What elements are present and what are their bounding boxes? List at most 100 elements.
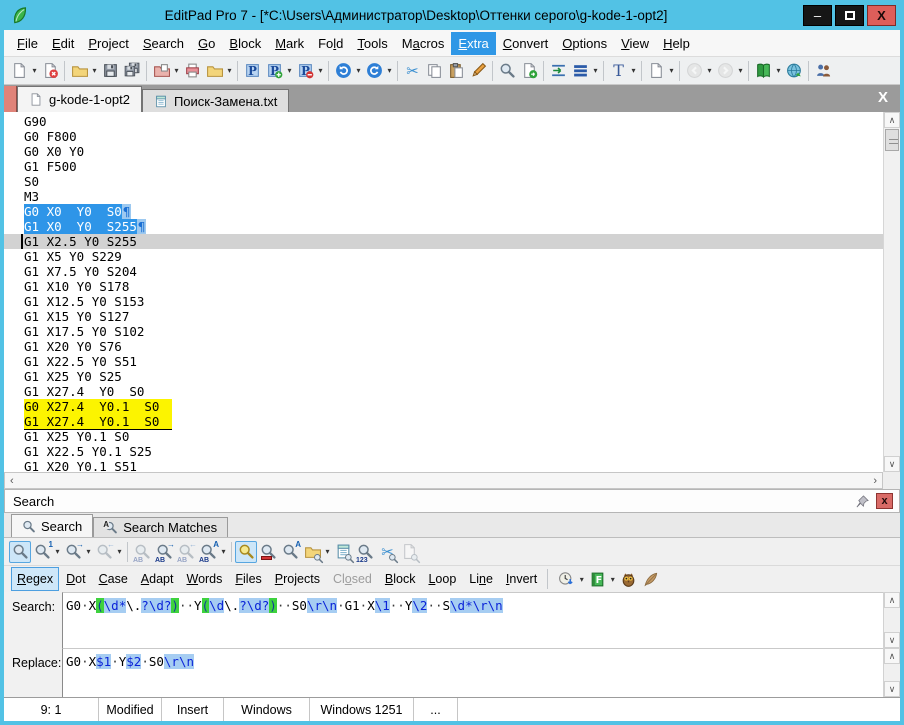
replace-previous-button[interactable]: AB ← bbox=[175, 540, 197, 564]
menu-go[interactable]: Go bbox=[191, 32, 222, 55]
find-next-dropdown[interactable]: ▾ bbox=[84, 547, 93, 556]
users-button[interactable] bbox=[812, 60, 834, 82]
editor-line[interactable]: G1 X15 Y0 S127 bbox=[4, 309, 883, 324]
add-to-project-button[interactable] bbox=[263, 60, 285, 82]
recent-searches-button[interactable] bbox=[555, 568, 577, 590]
spin-up-icon[interactable]: ∧ bbox=[884, 592, 900, 608]
editor-horizontal-scrollbar[interactable]: ‹ › bbox=[4, 472, 883, 489]
editor-line[interactable]: G1 X20 Y0.1 S51 bbox=[4, 459, 883, 472]
pin-icon[interactable] bbox=[855, 494, 870, 509]
editor-line[interactable]: G1 X17.5 Y0 S102 bbox=[4, 324, 883, 339]
menu-fold[interactable]: Fold bbox=[311, 32, 350, 55]
title-bar[interactable]: EditPad Pro 7 - [*C:\Users\Администратор… bbox=[4, 0, 900, 30]
editor-line[interactable]: G1 X25 Y0 S25 bbox=[4, 369, 883, 384]
redo-button[interactable] bbox=[363, 60, 385, 82]
find-next-button[interactable]: → bbox=[62, 540, 84, 563]
open-project-button[interactable] bbox=[150, 60, 172, 82]
validate-button[interactable] bbox=[518, 60, 540, 82]
tab-bar-close-icon[interactable]: X bbox=[878, 89, 888, 106]
block-button[interactable] bbox=[569, 60, 591, 82]
regexbuddy-button[interactable] bbox=[617, 568, 639, 590]
scroll-up-icon[interactable]: ∧ bbox=[884, 112, 900, 128]
redo-dropdown[interactable]: ▾ bbox=[385, 66, 394, 75]
editor-line[interactable]: G1 X27.4 Y0 S0 bbox=[4, 384, 883, 399]
save-all-button[interactable] bbox=[121, 60, 143, 82]
replace-all-dropdown[interactable]: ▾ bbox=[219, 547, 228, 556]
replace-input-scrollbar[interactable]: ∧ ∨ bbox=[883, 648, 900, 697]
find-previous-dropdown[interactable]: ▾ bbox=[115, 547, 124, 556]
option-files[interactable]: Files bbox=[229, 567, 267, 591]
scroll-left-icon[interactable]: ‹ bbox=[10, 475, 14, 487]
editor-line[interactable]: G1 X20 Y0 S76 bbox=[4, 339, 883, 354]
preview-button[interactable] bbox=[398, 541, 420, 563]
replace-input[interactable]: G0·X$1·Y$2·S0\r\n bbox=[62, 648, 883, 697]
copy-button[interactable] bbox=[423, 60, 445, 82]
project-folder-button[interactable] bbox=[203, 60, 225, 82]
find-single-dropdown[interactable]: ▾ bbox=[53, 547, 62, 556]
replace-button[interactable]: AB bbox=[131, 541, 153, 564]
search-folder-dropdown[interactable]: ▾ bbox=[323, 547, 332, 556]
search-input-scrollbar[interactable]: ∧ ∨ bbox=[883, 592, 900, 648]
editor-line[interactable]: G1 X27.4 Y0.1 S0 bbox=[4, 414, 883, 430]
menu-options[interactable]: Options bbox=[555, 32, 614, 55]
menu-edit[interactable]: Edit bbox=[45, 32, 81, 55]
editor-line[interactable]: M3 bbox=[4, 189, 883, 204]
replace-next-button[interactable]: AB → bbox=[153, 540, 175, 564]
undo-dropdown[interactable]: ▾ bbox=[354, 66, 363, 75]
option-case[interactable]: Case bbox=[93, 567, 134, 591]
web-button[interactable] bbox=[783, 60, 805, 82]
spin-down-icon[interactable]: ∨ bbox=[884, 632, 900, 648]
search-toolbar-button[interactable] bbox=[496, 60, 518, 82]
font-dropdown[interactable]: ▾ bbox=[629, 66, 638, 75]
document-tab-0[interactable]: g-kode-1-opt2 bbox=[17, 86, 142, 112]
editor-line[interactable]: G0 X0 Y0 S0¶ bbox=[4, 204, 883, 219]
editor-line[interactable]: S0 bbox=[4, 174, 883, 189]
cut-matches-button[interactable] bbox=[376, 541, 398, 563]
menu-help[interactable]: Help bbox=[656, 32, 697, 55]
file-type-button[interactable] bbox=[645, 60, 667, 82]
option-line[interactable]: Line bbox=[463, 567, 499, 591]
editor-line[interactable]: G1 X2.5 Y0 S255 bbox=[4, 234, 883, 249]
option-block[interactable]: Block bbox=[379, 567, 422, 591]
editor-line[interactable]: G1 X0 Y0 S255¶ bbox=[4, 219, 883, 234]
font-button[interactable] bbox=[607, 60, 629, 82]
open-project-dropdown[interactable]: ▾ bbox=[172, 66, 181, 75]
menu-file[interactable]: File bbox=[10, 32, 45, 55]
add-to-project-dropdown[interactable]: ▾ bbox=[285, 66, 294, 75]
option-invert[interactable]: Invert bbox=[500, 567, 543, 591]
wrap-button[interactable] bbox=[547, 60, 569, 82]
forward-button[interactable] bbox=[714, 60, 736, 82]
menu-mark[interactable]: Mark bbox=[268, 32, 311, 55]
option-dot[interactable]: Dot bbox=[60, 567, 91, 591]
replace-all-button[interactable]: AB A bbox=[197, 540, 219, 564]
editor-line[interactable]: G1 X5 Y0 S229 bbox=[4, 249, 883, 264]
favorites-button[interactable] bbox=[586, 568, 608, 590]
count-matches-button[interactable]: 123 bbox=[354, 541, 376, 564]
search-file-button[interactable] bbox=[332, 541, 354, 563]
search-input[interactable]: G0·X(\d*\.?\d?)··Y(\d\.?\d?)··S0\r\n·G1·… bbox=[62, 592, 883, 648]
recent-searches-dropdown[interactable]: ▾ bbox=[577, 575, 586, 584]
editor-line[interactable]: G90 bbox=[4, 114, 883, 129]
editor-line[interactable]: G0 X27.4 Y0.1 S0 bbox=[4, 399, 883, 415]
back-dropdown[interactable]: ▾ bbox=[705, 66, 714, 75]
search-panel-tab-1[interactable]: A Search Matches bbox=[93, 517, 229, 537]
remove-from-project-button[interactable] bbox=[294, 60, 316, 82]
search-panel-close-button[interactable]: x bbox=[876, 493, 893, 509]
menu-block[interactable]: Block bbox=[222, 32, 268, 55]
new-file-dropdown[interactable]: ▾ bbox=[30, 66, 39, 75]
block-dropdown[interactable]: ▾ bbox=[591, 66, 600, 75]
editor-line[interactable]: G1 X25 Y0.1 S0 bbox=[4, 429, 883, 444]
find-previous-button[interactable]: ← bbox=[93, 540, 115, 563]
cut-button[interactable] bbox=[401, 60, 423, 82]
editor-line[interactable]: G1 X22.5 Y0 S51 bbox=[4, 354, 883, 369]
open-file-dropdown[interactable]: ▾ bbox=[90, 66, 99, 75]
editor-line[interactable]: G1 X22.5 Y0.1 S25 bbox=[4, 444, 883, 459]
editor-line[interactable]: G0 X0 Y0 bbox=[4, 144, 883, 159]
close-button[interactable]: X bbox=[867, 4, 896, 26]
favorites-dropdown[interactable]: ▾ bbox=[608, 575, 617, 584]
edit-button[interactable] bbox=[467, 60, 489, 82]
editor-vertical-scrollbar[interactable]: ∧ ∨ bbox=[883, 112, 900, 472]
menu-macros[interactable]: Macros bbox=[395, 32, 452, 55]
menu-view[interactable]: View bbox=[614, 32, 656, 55]
menu-search[interactable]: Search bbox=[136, 32, 191, 55]
